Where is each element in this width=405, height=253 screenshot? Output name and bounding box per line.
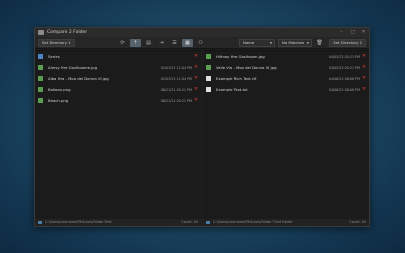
file-date: 04/06/22 08:08 PM	[328, 87, 360, 92]
file-row[interactable]: Alba Hra - Moo del Donna VI.jpg 02/03/21 …	[35, 73, 201, 84]
file-icon	[38, 98, 43, 103]
file-icon	[206, 76, 211, 81]
file-icon	[206, 87, 211, 92]
maximize-button[interactable]: □	[350, 28, 355, 37]
filter-dropdown-value: No Matches	[282, 40, 305, 45]
sort-dropdown[interactable]: Name ▼	[239, 39, 275, 47]
panes: Series ✕ Almsy Hre Goslhoome.jpg 02/03/21 1…	[35, 50, 369, 219]
delete-icon[interactable]: ✕	[194, 54, 198, 59]
file-icon	[38, 76, 43, 81]
file-name: Series	[48, 54, 60, 59]
app-window: Compare 2 Folder – □ ✕ Set Directory 1 ⟳…	[34, 27, 370, 227]
delete-icon[interactable]: ✕	[194, 65, 198, 70]
grid-icon[interactable]: ▦	[182, 39, 193, 47]
toolbar: Set Directory 1 ⟳ ⇡ ▤ ⇥ ☰ ▦ ⚇ Name ▼ No Matche…	[35, 37, 369, 49]
tool-group: ⟳ ⇡ ▤ ⇥ ☰ ▦ ⚇	[117, 39, 206, 47]
file-date: 06/21/21 05:21 PM	[160, 98, 192, 103]
export-icon[interactable]: ⇥	[156, 39, 167, 47]
status-bar: C:\Users\username\Pictures\Folder First …	[35, 219, 369, 226]
delete-icon[interactable]: ✕	[194, 76, 198, 81]
file-icon	[38, 65, 43, 70]
file-name: Balloon.png	[48, 87, 71, 92]
delete-icon[interactable]: ✕	[362, 65, 366, 70]
file-name: Example Text.txt	[216, 87, 248, 92]
right-file-pane: Hiltnay Hre Goslhoom.jpg 04/05/22 05:21 P…	[203, 50, 369, 219]
set-directory-2-button[interactable]: Set Directory 2	[329, 39, 366, 47]
right-path: C:\Users\username\Pictures\Folder Third …	[213, 220, 293, 224]
refresh-icon[interactable]: ⟳	[117, 39, 128, 47]
right-count: Count: 50	[349, 220, 366, 224]
title-bar: Compare 2 Folder – □ ✕	[35, 28, 369, 37]
file-name: Example Rich Text.rtf	[216, 76, 257, 81]
file-date: 06/21/21 05:21 PM	[160, 87, 192, 92]
file-name: Beach.png	[48, 98, 69, 103]
file-icon	[206, 65, 211, 70]
app-icon	[38, 30, 44, 35]
filter-dropdown[interactable]: No Matches ▼	[278, 39, 312, 47]
window-controls: – □ ✕	[339, 28, 366, 37]
file-row[interactable]: Balloon.png 06/21/21 05:21 PM ✕	[35, 84, 201, 95]
delete-icon[interactable]: ✕	[194, 98, 198, 103]
file-row[interactable]: Almsy Hre Goslhoome.jpg 02/03/21 11:04 PM…	[35, 62, 201, 73]
left-status: C:\Users\username\Pictures\Folder First …	[35, 219, 201, 226]
delete-icon[interactable]: ✕	[362, 76, 366, 81]
left-file-pane: Series ✕ Almsy Hre Goslhoome.jpg 02/03/21 1…	[35, 50, 201, 219]
delete-icon[interactable]: ✕	[362, 87, 366, 92]
file-row[interactable]: Example Rich Text.rtf 04/06/22 08:08 PM ✕	[203, 73, 369, 84]
file-row[interactable]: Hiltnay Hre Goslhoom.jpg 04/05/22 05:21 P…	[203, 51, 369, 62]
file-date: 02/03/21 11:04 PM	[160, 76, 192, 81]
file-name: Almsy Hre Goslhoome.jpg	[48, 65, 98, 70]
file-icon	[38, 54, 43, 59]
file-name: Valle Via - Moo del Donna VI.jpg	[216, 65, 277, 70]
document-icon[interactable]: ▤	[143, 39, 154, 47]
file-name: Alba Hra - Moo del Donna VI.jpg	[48, 76, 109, 81]
left-path: C:\Users\username\Pictures\Folder First	[45, 220, 112, 224]
user-icon[interactable]: ⚇	[195, 39, 206, 47]
minimize-button[interactable]: –	[339, 28, 344, 37]
sort-dropdown-value: Name	[243, 40, 255, 45]
list-icon[interactable]: ☰	[169, 39, 180, 47]
upload-icon[interactable]: ⇡	[130, 39, 141, 47]
file-icon	[38, 87, 43, 92]
close-button[interactable]: ✕	[361, 28, 366, 37]
file-row[interactable]: Series ✕	[35, 51, 201, 62]
file-row[interactable]: Example Text.txt 04/06/22 08:08 PM ✕	[203, 84, 369, 95]
chevron-down-icon: ▼	[269, 41, 272, 45]
file-icon	[206, 54, 211, 59]
file-row[interactable]: Valle Via - Moo del Donna VI.jpg 04/05/22…	[203, 62, 369, 73]
file-name: Hiltnay Hre Goslhoom.jpg	[216, 54, 265, 59]
window-title: Compare 2 Folder	[47, 30, 88, 35]
set-directory-1-button[interactable]: Set Directory 1	[38, 39, 75, 47]
folder-icon	[38, 221, 42, 224]
right-status: C:\Users\username\Pictures\Folder Third …	[203, 219, 369, 226]
file-date: 04/05/22 05:21 PM	[328, 65, 360, 70]
trash-icon[interactable]: 🗑	[316, 39, 323, 47]
chevron-down-icon: ▼	[306, 41, 309, 45]
folder-icon	[206, 221, 210, 224]
delete-icon[interactable]: ✕	[362, 54, 366, 59]
file-date: 04/05/22 05:21 PM	[328, 54, 360, 59]
file-date: 04/06/22 08:08 PM	[328, 76, 360, 81]
file-date: 02/03/21 11:04 PM	[160, 65, 192, 70]
delete-icon[interactable]: ✕	[194, 87, 198, 92]
left-count: Count: 50	[181, 220, 198, 224]
file-row[interactable]: Beach.png 06/21/21 05:21 PM ✕	[35, 95, 201, 106]
